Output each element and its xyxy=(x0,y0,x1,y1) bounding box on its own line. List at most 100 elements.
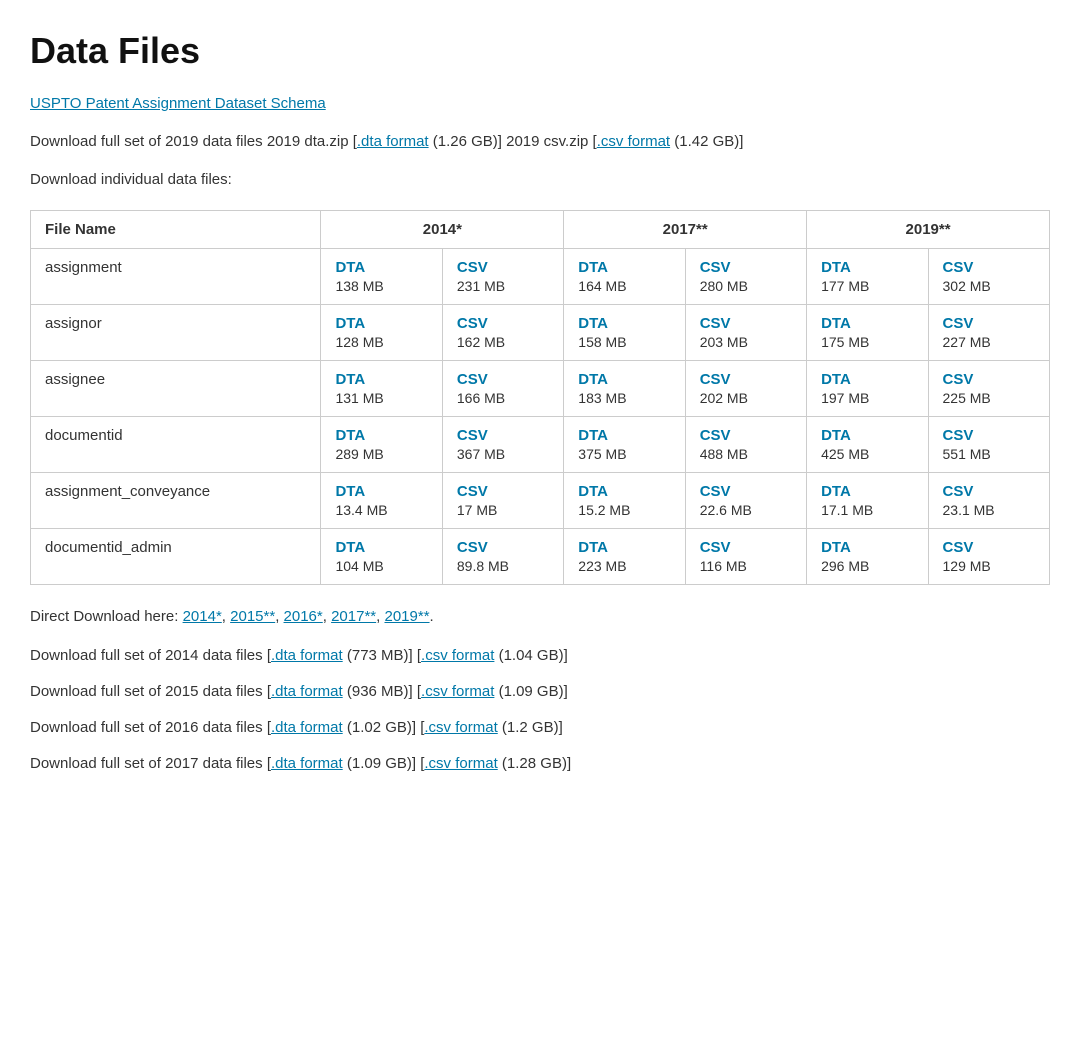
dta-link[interactable]: DTA xyxy=(821,483,913,500)
file-name-cell: documentid xyxy=(31,417,321,473)
csv-size: 202 MB xyxy=(700,390,792,406)
csv-size: 488 MB xyxy=(700,446,792,462)
col-2014: 2014* xyxy=(321,211,564,249)
download-line: Download full set of 2017 data files [.d… xyxy=(30,752,1050,776)
dta-size: 197 MB xyxy=(821,390,913,406)
csv-link[interactable]: CSV xyxy=(700,315,792,332)
dta-link[interactable]: DTA xyxy=(821,371,913,388)
schema-link[interactable]: USPTO Patent Assignment Dataset Schema xyxy=(30,95,326,112)
direct-download-label: Direct Download here: xyxy=(30,608,183,625)
csv-size: 231 MB xyxy=(457,278,549,294)
dta-size: 183 MB xyxy=(578,390,670,406)
csv-format-link[interactable]: .csv format xyxy=(421,683,494,700)
csv-link[interactable]: CSV xyxy=(943,315,1036,332)
dta-format-link[interactable]: .dta format xyxy=(271,647,343,664)
file-name-cell: documentid_admin xyxy=(31,529,321,585)
dta-link[interactable]: DTA xyxy=(335,483,427,500)
table-row: documentidDTA289 MBCSV367 MBDTA375 MBCSV… xyxy=(31,417,1050,473)
table-row: assignment_conveyanceDTA13.4 MBCSV17 MBD… xyxy=(31,473,1050,529)
dta-cell: DTA375 MB xyxy=(564,417,685,473)
csv-cell: CSV17 MB xyxy=(442,473,563,529)
dta-link[interactable]: DTA xyxy=(335,371,427,388)
direct-download-link-2015[interactable]: 2015** xyxy=(230,608,275,625)
dta-cell: DTA425 MB xyxy=(807,417,928,473)
dta-size: 13.4 MB xyxy=(335,502,427,518)
csv-cell: CSV 488 MB xyxy=(685,417,806,473)
dta-size: 104 MB xyxy=(335,558,427,574)
csv-link[interactable]: CSV xyxy=(457,259,549,276)
direct-download-link-2016[interactable]: 2016* xyxy=(284,608,323,625)
dta-size: 223 MB xyxy=(578,558,670,574)
csv-link[interactable]: CSV xyxy=(943,483,1036,500)
download-line: Download full set of 2016 data files [.d… xyxy=(30,716,1050,740)
dta-size: 177 MB xyxy=(821,278,913,294)
file-name-cell: assignee xyxy=(31,361,321,417)
csv-cell: CSV116 MB xyxy=(685,529,806,585)
dta-size: 289 MB xyxy=(335,446,427,462)
dta-link[interactable]: DTA xyxy=(578,483,670,500)
dta-cell: DTA 17.1 MB xyxy=(807,473,928,529)
csv-link[interactable]: CSV xyxy=(457,483,549,500)
csv-link[interactable]: CSV xyxy=(943,539,1036,556)
dta-link[interactable]: DTA xyxy=(821,259,913,276)
full-set-2019-line: Download full set of 2019 data files 201… xyxy=(30,130,1050,154)
csv-link[interactable]: CSV xyxy=(700,371,792,388)
csv-link[interactable]: CSV xyxy=(457,371,549,388)
dta-link[interactable]: DTA xyxy=(335,259,427,276)
dta-format-link[interactable]: .dta format xyxy=(271,719,343,736)
csv-format-link[interactable]: .csv format xyxy=(424,755,497,772)
dta-size: 17.1 MB xyxy=(821,502,913,518)
csv-link[interactable]: CSV xyxy=(700,259,792,276)
csv-size: 166 MB xyxy=(457,390,549,406)
dta-size: 296 MB xyxy=(821,558,913,574)
csv-size: 551 MB xyxy=(943,446,1036,462)
csv-link[interactable]: CSV xyxy=(700,483,792,500)
dta-cell: DTA 296 MB xyxy=(807,529,928,585)
direct-download-link-2017[interactable]: 2017** xyxy=(331,608,376,625)
dta-link[interactable]: DTA xyxy=(578,371,670,388)
download-line: Download full set of 2015 data files [.d… xyxy=(30,680,1050,704)
csv-link[interactable]: CSV xyxy=(943,259,1036,276)
dta-link[interactable]: DTA xyxy=(335,315,427,332)
csv-link[interactable]: CSV xyxy=(943,427,1036,444)
dta-link[interactable]: DTA xyxy=(821,315,913,332)
csv-link[interactable]: CSV xyxy=(943,371,1036,388)
csv-link[interactable]: CSV xyxy=(457,427,549,444)
csv-link[interactable]: CSV xyxy=(457,315,549,332)
csv-format-link-top[interactable]: .csv format xyxy=(597,133,670,150)
dta-cell: DTA 197 MB xyxy=(807,361,928,417)
dta-format-link[interactable]: .dta format xyxy=(271,755,343,772)
csv-link[interactable]: CSV xyxy=(457,539,549,556)
csv-cell: CSV23.1 MB xyxy=(928,473,1050,529)
csv-format-link[interactable]: .csv format xyxy=(424,719,497,736)
dta-size: 158 MB xyxy=(578,334,670,350)
direct-download-link-2014[interactable]: 2014* xyxy=(183,608,222,625)
csv-link[interactable]: CSV xyxy=(700,539,792,556)
dta-link[interactable]: DTA xyxy=(578,315,670,332)
csv-cell: CSV302 MB xyxy=(928,249,1050,305)
csv-cell: CSV22.6 MB xyxy=(685,473,806,529)
csv-link[interactable]: CSV xyxy=(700,427,792,444)
dta-cell: DTA 183 MB xyxy=(564,361,685,417)
dta-link[interactable]: DTA xyxy=(335,427,427,444)
csv-cell: CSV 202 MB xyxy=(685,361,806,417)
csv-cell: CSV 129 MB xyxy=(928,529,1050,585)
csv-format-link[interactable]: .csv format xyxy=(421,647,494,664)
dta-link[interactable]: DTA xyxy=(821,427,913,444)
dta-link[interactable]: DTA xyxy=(578,259,670,276)
dta-size: 175 MB xyxy=(821,334,913,350)
table-row: assignmentDTA138 MBCSV231 MBDTA164 MBCSV… xyxy=(31,249,1050,305)
dta-link[interactable]: DTA xyxy=(335,539,427,556)
dta-cell: DTA138 MB xyxy=(321,249,442,305)
dta-link[interactable]: DTA xyxy=(821,539,913,556)
dta-format-link[interactable]: .dta format xyxy=(271,683,343,700)
dta-link[interactable]: DTA xyxy=(578,539,670,556)
direct-download-link-2019[interactable]: 2019** xyxy=(384,608,429,625)
dta-link[interactable]: DTA xyxy=(578,427,670,444)
dta-cell: DTA 177 MB xyxy=(807,249,928,305)
csv-cell: CSV227 MB xyxy=(928,305,1050,361)
dta-format-link-top[interactable]: .dta format xyxy=(357,133,429,150)
full-set-2019-text: Download full set of 2019 data files 201… xyxy=(30,133,357,150)
dta-cell: DTA164 MB xyxy=(564,249,685,305)
csv-size: 129 MB xyxy=(943,558,1036,574)
